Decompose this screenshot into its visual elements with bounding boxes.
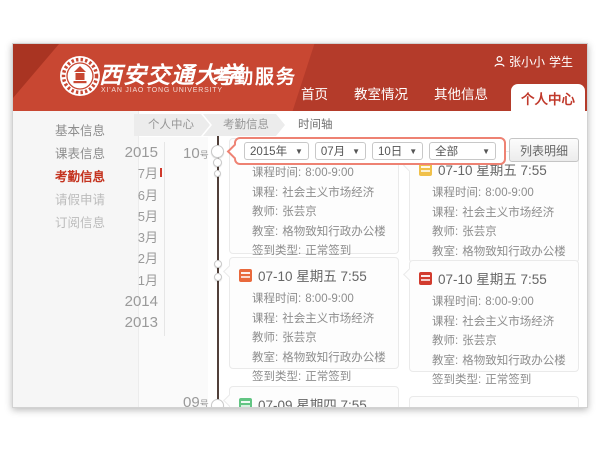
calendar-icon	[419, 272, 432, 285]
attendance-card[interactable]: 07-10 星期五 7:55 课程时间:8:00-9:00 课程:社会主义市场经…	[229, 257, 399, 369]
axis-year-2014[interactable]: 2014	[108, 291, 158, 312]
filter-bubble: 2015年▼ 07月▼ 10日▼ 全部▼	[234, 137, 506, 165]
axis-month-jun[interactable]: 6月	[108, 185, 158, 206]
timeline-node[interactable]	[214, 260, 222, 268]
card-field: 教师:张芸京	[252, 203, 392, 223]
list-detail-button[interactable]: 列表明细	[509, 138, 579, 162]
card-field: 教师:张芸京	[432, 223, 572, 243]
card-field: 教室:格物致知行政办公楼	[432, 352, 572, 372]
card-field: 课程:社会主义市场经济	[432, 313, 572, 333]
card-field: 教师:张芸京	[432, 332, 572, 352]
card-date: 07-09 星期四 7:55	[258, 394, 367, 408]
nav-home[interactable]: 首页	[288, 83, 341, 103]
timeline-axis: 2015 7月 6月 5月 3月 2月 1月 2014 2013	[108, 142, 158, 334]
card-field: 签到类型:正常签到	[432, 371, 572, 391]
calendar-icon	[239, 269, 252, 282]
user-name: 张小小	[509, 53, 545, 70]
card-date: 07-10 星期五 7:55	[438, 268, 547, 288]
axis-month-may[interactable]: 5月	[108, 206, 158, 227]
year-select[interactable]: 2015年▼	[244, 142, 309, 160]
university-logo-icon	[59, 55, 101, 97]
breadcrumb-timeline-active[interactable]: 时间轴	[278, 114, 349, 136]
day-marker-10: 10号	[183, 145, 209, 163]
timeline-node[interactable]	[214, 170, 221, 177]
axis-month-jul[interactable]: 7月	[108, 163, 158, 184]
chevron-down-icon: ▼	[295, 147, 303, 156]
card-field: 课程时间:8:00-9:00	[432, 293, 572, 313]
card-field: 教室:格物致知行政办公楼	[252, 349, 392, 369]
breadcrumb: 个人中心 考勤信息 时间轴	[141, 114, 349, 136]
axis-month-feb[interactable]: 2月	[108, 248, 158, 269]
attendance-card[interactable]: 07-10 星期五 7:55 课程时间:8:00-9:00 课程:社会主义市场经…	[409, 151, 579, 263]
timeline-node[interactable]	[214, 273, 222, 281]
university-name-en: XI'AN JIAO TONG UNIVERSITY	[101, 87, 223, 94]
timeline-node[interactable]	[213, 158, 222, 167]
axis-separator	[164, 142, 165, 336]
attendance-card[interactable]: 07-09 星期四 7:55	[229, 386, 399, 408]
type-select[interactable]: 全部▼	[429, 142, 496, 160]
sidebar-item-basic-info[interactable]: 基本信息	[13, 120, 138, 143]
day-marker-09: 09号	[183, 394, 209, 408]
card-field: 课程:社会主义市场经济	[252, 184, 392, 204]
card-field: 课程:社会主义市场经济	[252, 310, 392, 330]
chevron-down-icon: ▼	[352, 147, 360, 156]
nav-other-info[interactable]: 其他信息	[421, 83, 501, 103]
chevron-down-icon: ▼	[409, 147, 417, 156]
app-header: 西安交通大学 XI'AN JIAO TONG UNIVERSITY 考勤服务 张…	[13, 44, 588, 111]
card-field: 课程时间:8:00-9:00	[432, 184, 572, 204]
card-field: 课程:社会主义市场经济	[432, 204, 572, 224]
attendance-card[interactable]: 07-10 星期五 7:55 课程时间:8:00-9:00 课程:社会主义市场经…	[409, 260, 579, 372]
page-canvas: 西安交通大学 XI'AN JIAO TONG UNIVERSITY 考勤服务 张…	[0, 0, 600, 450]
user-role: 学生	[549, 53, 573, 70]
service-title: 考勤服务	[213, 62, 297, 89]
card-field: 课程时间:8:00-9:00	[252, 164, 392, 184]
timeline-node[interactable]	[211, 145, 224, 158]
nav-classrooms[interactable]: 教室情况	[341, 83, 421, 103]
main-nav: 首页 教室情况 其他信息 个人中心	[288, 83, 585, 111]
chevron-down-icon: ▼	[482, 147, 490, 156]
card-date: 07-10 星期五 7:55	[258, 265, 367, 285]
card-field: 课程时间:8:00-9:00	[252, 290, 392, 310]
person-icon	[494, 56, 505, 67]
card-field: 教师:张芸京	[252, 329, 392, 349]
header-corner-band	[13, 44, 59, 98]
current-month-marker	[160, 168, 162, 177]
card-field: 教室:格物致知行政办公楼	[252, 223, 392, 243]
user-info[interactable]: 张小小 学生	[494, 53, 573, 70]
axis-year-2015[interactable]: 2015	[108, 142, 158, 163]
axis-month-mar[interactable]: 3月	[108, 227, 158, 248]
card-field: 签到类型:正常签到	[252, 368, 392, 388]
breadcrumb-personal-center[interactable]: 个人中心	[134, 114, 210, 136]
calendar-icon	[239, 398, 252, 409]
breadcrumb-attendance-info[interactable]: 考勤信息	[203, 114, 285, 136]
attendance-card[interactable]	[409, 396, 579, 408]
day-select[interactable]: 10日▼	[372, 142, 423, 160]
month-select[interactable]: 07月▼	[315, 142, 366, 160]
axis-year-2013[interactable]: 2013	[108, 312, 158, 333]
app-window: 西安交通大学 XI'AN JIAO TONG UNIVERSITY 考勤服务 张…	[12, 43, 588, 408]
axis-month-jan[interactable]: 1月	[108, 270, 158, 291]
timeline-node[interactable]	[211, 399, 224, 408]
nav-personal-center-active[interactable]: 个人中心	[511, 84, 585, 111]
